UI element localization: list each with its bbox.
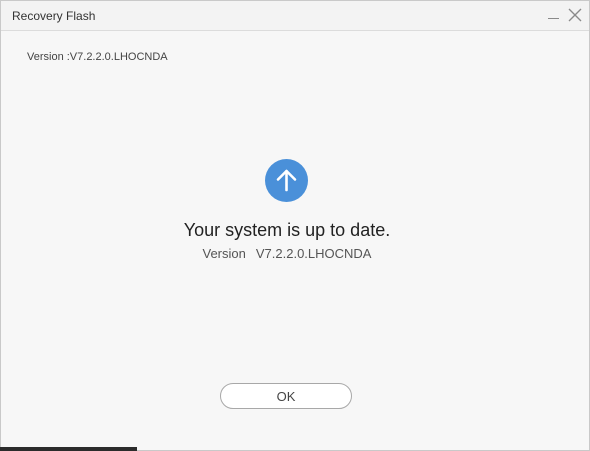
recovery-flash-window: Recovery Flash Version :V7.2.2.0.LHOCNDA…: [0, 0, 590, 451]
status-version-value: V7.2.2.0.LHOCNDA: [255, 246, 372, 261]
taskbar-strip: [0, 447, 137, 451]
close-button[interactable]: [565, 5, 585, 25]
ok-button[interactable]: OK: [220, 383, 352, 409]
minimize-icon: [548, 18, 559, 19]
status-version: Version V7.2.2.0.LHOCNDA: [1, 246, 573, 261]
minimize-button[interactable]: [544, 5, 564, 25]
title-bar: Recovery Flash: [1, 1, 589, 31]
window-title: Recovery Flash: [12, 9, 96, 23]
close-icon: [568, 8, 582, 22]
status-headline: Your system is up to date.: [183, 220, 391, 240]
status-version-label: Version: [202, 246, 246, 261]
arrow-up-icon: [265, 159, 308, 202]
current-version-label: Version :V7.2.2.0.LHOCNDA: [27, 51, 168, 63]
